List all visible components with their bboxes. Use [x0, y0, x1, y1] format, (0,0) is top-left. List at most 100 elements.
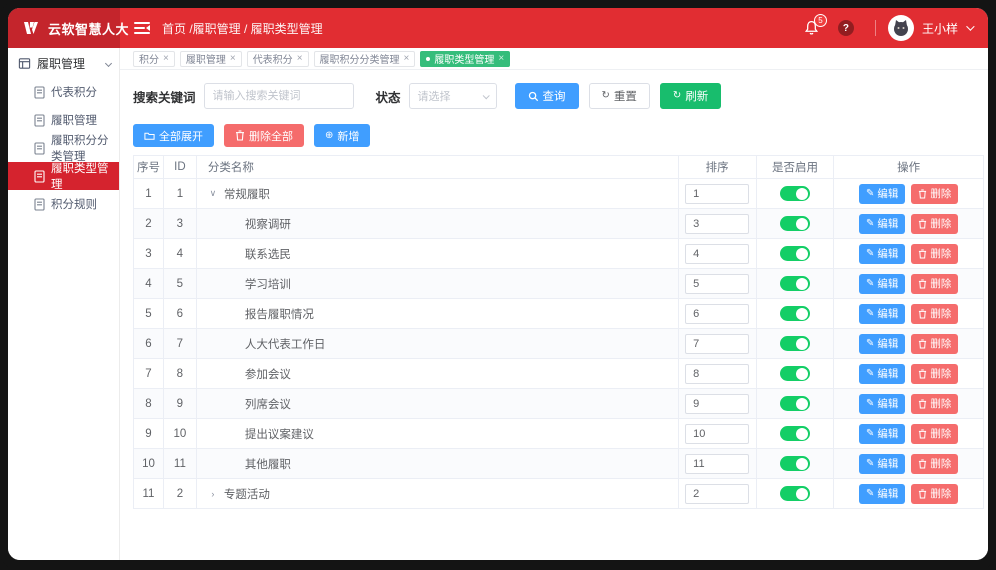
sort-input[interactable] — [685, 214, 749, 234]
enable-toggle[interactable] — [780, 306, 810, 321]
enable-toggle[interactable] — [780, 276, 810, 291]
enable-toggle[interactable] — [780, 336, 810, 351]
edit-button[interactable]: ✎ 编辑 — [859, 424, 905, 444]
name-cell: 提出议案建议 — [197, 419, 679, 448]
edit-button[interactable]: ✎ 编辑 — [859, 304, 905, 324]
enable-toggle[interactable] — [780, 246, 810, 261]
edit-button[interactable]: ✎ 编辑 — [859, 334, 905, 354]
refresh-button[interactable]: ↻ 刷新 — [660, 83, 721, 109]
status-select[interactable]: 请选择 — [409, 83, 497, 109]
table-row: 6 7 人大代表工作日 ✎ 编辑 删除 — [134, 329, 983, 359]
close-icon[interactable]: × — [297, 54, 303, 64]
table-body: 1 1 ∨ 常规履职 ✎ 编辑 删除 — [134, 179, 983, 509]
delete-button[interactable]: 删除 — [911, 364, 958, 384]
edit-button[interactable]: ✎ 编辑 — [859, 454, 905, 474]
sidebar-item-link[interactable]: 履职管理 — [8, 106, 119, 134]
trash-icon — [918, 249, 927, 259]
expand-caret-icon[interactable]: › — [208, 489, 218, 499]
delete-button[interactable]: 删除 — [911, 454, 958, 474]
category-name: 联系选民 — [245, 246, 291, 262]
edit-button[interactable]: ✎ 编辑 — [859, 184, 905, 204]
reset-button[interactable]: ↻ 重置 — [589, 83, 650, 109]
tab[interactable]: 履职管理 × — [180, 51, 242, 67]
sort-input[interactable] — [685, 484, 749, 504]
help-button[interactable]: ? — [829, 8, 863, 48]
seq-cell: 9 — [134, 419, 164, 448]
sidebar-item-link[interactable]: 代表积分 — [8, 78, 119, 106]
enable-toggle[interactable] — [780, 216, 810, 231]
tab[interactable]: 履职类型管理 × — [420, 51, 510, 67]
enable-toggle[interactable] — [780, 486, 810, 501]
sort-cell — [679, 209, 757, 238]
search-icon — [528, 91, 539, 102]
sort-input[interactable] — [685, 274, 749, 294]
edit-button[interactable]: ✎ 编辑 — [859, 244, 905, 264]
sort-cell — [679, 419, 757, 448]
delete-button[interactable]: 删除 — [911, 304, 958, 324]
expand-all-button[interactable]: 全部展开 — [133, 124, 214, 147]
keyword-label: 搜索关键词 — [133, 87, 196, 106]
sidebar-group-lvzhi[interactable]: 履职管理 — [8, 48, 119, 78]
edit-button[interactable]: ✎ 编辑 — [859, 484, 905, 504]
table-row: 4 5 学习培训 ✎ 编辑 删除 — [134, 269, 983, 299]
sidebar-item-link[interactable]: 履职积分分类管理 — [8, 134, 119, 162]
chevron-down-icon[interactable] — [966, 22, 974, 30]
delete-button[interactable]: 删除 — [911, 424, 958, 444]
edit-button[interactable]: ✎ 编辑 — [859, 364, 905, 384]
delete-button[interactable]: 删除 — [911, 244, 958, 264]
chevron-down-icon — [105, 59, 112, 66]
sort-input[interactable] — [685, 364, 749, 384]
close-icon[interactable]: × — [230, 54, 236, 64]
sort-input[interactable] — [685, 304, 749, 324]
add-button[interactable]: ⊕ 新增 — [314, 124, 370, 147]
delete-all-button[interactable]: 删除全部 — [224, 124, 304, 147]
notification-button[interactable]: 5 — [795, 8, 829, 48]
sort-input[interactable] — [685, 424, 749, 444]
trash-icon — [918, 489, 927, 499]
enabled-cell — [757, 209, 835, 238]
edit-button[interactable]: ✎ 编辑 — [859, 274, 905, 294]
delete-button[interactable]: 删除 — [911, 214, 958, 234]
sort-input[interactable] — [685, 244, 749, 264]
tab[interactable]: 代表积分 × — [247, 51, 309, 67]
delete-button[interactable]: 删除 — [911, 394, 958, 414]
edit-button[interactable]: ✎ 编辑 — [859, 214, 905, 234]
close-icon[interactable]: × — [163, 54, 169, 64]
query-button[interactable]: 查询 — [515, 83, 579, 109]
sidebar-item-link[interactable]: 积分规则 — [8, 190, 119, 218]
main-area: 积分 × 履职管理 × 代表积分 × 履职积分分类管理 × 履职类型管理 × 搜… — [120, 48, 988, 560]
close-icon[interactable]: × — [404, 54, 410, 64]
table-row: 10 11 其他履职 ✎ 编辑 删除 — [134, 449, 983, 479]
delete-button[interactable]: 删除 — [911, 184, 958, 204]
menu-collapse-icon[interactable] — [134, 22, 150, 34]
sidebar-item-label: 积分规则 — [51, 196, 97, 212]
enable-toggle[interactable] — [780, 186, 810, 201]
tab[interactable]: 履职积分分类管理 × — [314, 51, 416, 67]
refresh-icon: ↻ — [602, 91, 610, 101]
sort-input[interactable] — [685, 184, 749, 204]
enable-toggle[interactable] — [780, 366, 810, 381]
header-name: 分类名称 — [197, 156, 679, 178]
expand-caret-icon[interactable]: ∨ — [208, 188, 218, 199]
app-window: 云软智慧人大 首页 /履职管理 / 履职类型管理 5 ? — [8, 8, 988, 560]
avatar[interactable] — [888, 15, 914, 41]
category-name: 人大代表工作日 — [245, 336, 326, 352]
enable-toggle[interactable] — [780, 396, 810, 411]
enable-toggle[interactable] — [780, 426, 810, 441]
tab[interactable]: 积分 × — [133, 51, 175, 67]
enable-toggle[interactable] — [780, 456, 810, 471]
close-icon[interactable]: × — [498, 54, 504, 64]
sidebar-item-active[interactable]: 履职类型管理 — [8, 162, 119, 190]
delete-button[interactable]: 删除 — [911, 484, 958, 504]
sort-input[interactable] — [685, 394, 749, 414]
keyword-input[interactable] — [204, 83, 354, 109]
delete-button[interactable]: 删除 — [911, 274, 958, 294]
actions-cell: ✎ 编辑 删除 — [834, 269, 983, 298]
sort-input[interactable] — [685, 454, 749, 474]
sort-input[interactable] — [685, 334, 749, 354]
delete-button[interactable]: 删除 — [911, 334, 958, 354]
edit-button[interactable]: ✎ 编辑 — [859, 394, 905, 414]
sort-cell — [679, 449, 757, 478]
plus-circle-icon: ⊕ — [325, 131, 333, 141]
user-name[interactable]: 王小样 — [922, 20, 958, 37]
